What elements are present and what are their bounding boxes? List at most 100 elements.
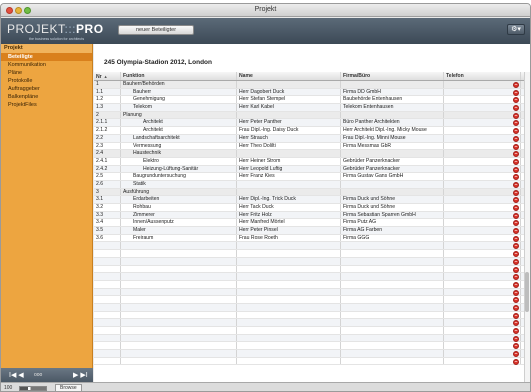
table-row[interactable]: – [94,242,530,251]
cell-funktion[interactable] [121,303,237,311]
table-row[interactable]: – [94,303,530,312]
cell-firma[interactable] [341,242,444,250]
cell-firma[interactable]: Gebrüder Panzerknacker [341,165,444,173]
cell-nr[interactable] [94,296,121,303]
cell-firma[interactable]: Telekom Entenhausen [341,104,444,111]
cell-funktion[interactable] [121,342,237,350]
cell-funktion[interactable]: Ausführung [121,188,237,196]
cell-funktion[interactable]: Vermessung [121,142,237,150]
cell-funktion[interactable]: Architekt [121,127,237,134]
table-row[interactable]: 1.3 Telekom Herr Karl Kabel Telekom Entenha… [94,104,530,112]
cell-nr[interactable]: 3.6 [94,234,121,242]
cell-name[interactable]: Herr Peter Panther [237,119,341,127]
cell-telefon[interactable] [444,173,521,180]
cell-nr[interactable] [94,327,121,334]
cell-telefon[interactable] [444,142,521,150]
cell-funktion[interactable]: Telekom [121,104,237,111]
cell-telefon[interactable] [444,273,521,280]
cell-telefon[interactable] [444,157,521,165]
table-row[interactable]: 1 Bauherr/Behörden – [94,81,530,89]
delete-row-icon[interactable]: – [513,89,519,96]
cell-nr[interactable] [94,334,121,342]
cell-telefon[interactable] [444,204,521,211]
table-row[interactable]: 2.3 Vermessung Herr Theo Dolilti Firma Mess… [94,142,530,151]
delete-row-icon[interactable]: – [513,189,519,196]
cell-name[interactable] [237,334,341,342]
cell-telefon[interactable] [444,288,521,296]
cell-nr[interactable]: 2.4 [94,150,121,157]
table-row[interactable]: 3 Ausführung – [94,188,530,197]
cell-firma[interactable]: Firma AG Farben [341,227,444,234]
cell-nr[interactable]: 1.1 [94,88,121,96]
nav-first-button[interactable]: I◀ ◀ [9,371,24,379]
zoom-level[interactable]: 100 [4,385,12,391]
delete-row-icon[interactable]: – [513,304,519,311]
cell-firma[interactable] [341,188,444,196]
cell-name[interactable] [237,188,341,196]
cell-firma[interactable] [341,150,444,157]
cell-telefon[interactable] [444,88,521,96]
cell-name[interactable] [237,180,341,188]
column-header-name[interactable]: Name [237,72,341,80]
cell-name[interactable] [237,357,341,365]
cell-firma[interactable]: Firma Duck und Söhne [341,204,444,211]
cell-nr[interactable]: 2.3 [94,142,121,150]
cell-nr[interactable]: 2.1.1 [94,119,121,127]
cell-name[interactable] [237,319,341,326]
cell-name[interactable]: Herr Karl Kabel [237,104,341,111]
cell-telefon[interactable] [444,111,521,119]
cell-nr[interactable] [94,350,121,357]
gear-menu-button[interactable]: ⚙▾ [507,24,525,35]
cell-name[interactable] [237,311,341,319]
cell-name[interactable] [237,296,341,303]
table-row[interactable]: – [94,357,530,366]
delete-row-icon[interactable]: – [513,135,519,142]
table-row[interactable]: – [94,334,530,343]
table-row[interactable]: – [94,319,530,327]
title-bar[interactable]: Projekt [1,4,530,17]
table-row[interactable]: 2.4.1 Elektro Herr Heiner Strom Gebrüder Pa… [94,157,530,166]
cell-firma[interactable]: Frau Dipl.-Ing. Minni Mouse [341,134,444,142]
table-row[interactable]: – [94,280,530,289]
cell-name[interactable]: Frau Rose Roeth [237,234,341,242]
table-row[interactable]: 3.5 Maler Herr Peter Pinsel Firma AG Farben… [94,227,530,235]
cell-funktion[interactable]: Landschaftsarchitekt [121,134,237,142]
cell-nr[interactable] [94,250,121,257]
cell-name[interactable]: Herr Leopold Luftig [237,165,341,173]
cell-name[interactable] [237,280,341,288]
cell-funktion[interactable] [121,250,237,257]
scrollbar-thumb[interactable] [525,272,529,312]
cell-telefon[interactable] [444,327,521,334]
cell-telefon[interactable] [444,303,521,311]
delete-row-icon[interactable]: – [513,82,519,88]
delete-row-icon[interactable]: – [513,143,519,150]
cell-name[interactable] [237,265,341,273]
cell-funktion[interactable]: Bauherr/Behörden [121,81,237,88]
cell-nr[interactable] [94,311,121,319]
cell-nr[interactable] [94,303,121,311]
cell-name[interactable] [237,250,341,257]
cell-firma[interactable] [341,280,444,288]
cell-telefon[interactable] [444,96,521,104]
cell-telefon[interactable] [444,334,521,342]
cell-funktion[interactable]: Innen/Aussenputz [121,219,237,227]
cell-funktion[interactable]: Heizung-Lüftung-Sanitär [121,165,237,173]
cell-firma[interactable]: Firma Duck und Söhne [341,196,444,203]
cell-nr[interactable]: 1 [94,81,121,88]
table-row[interactable]: 3.2 Rohbau Herr Tack Duck Firma Duck und Sö… [94,204,530,212]
table-row[interactable]: 2.5 Baugrunduntersuchung Herr Franz Kies Fi… [94,173,530,181]
cell-funktion[interactable] [121,311,237,319]
cell-firma[interactable] [341,180,444,188]
cell-telefon[interactable] [444,150,521,157]
cell-telefon[interactable] [444,250,521,257]
cell-telefon[interactable] [444,234,521,242]
column-header-nr[interactable]: Nr ▲ [94,72,121,80]
cell-funktion[interactable] [121,242,237,250]
cell-name[interactable] [237,342,341,350]
cell-name[interactable]: Frau Dipl.-Ing. Daisy Duck [237,127,341,134]
cell-nr[interactable]: 2.5 [94,173,121,180]
table-row[interactable]: – [94,327,530,335]
sidebar-item-projektfiles[interactable]: ProjektFiles [1,101,92,109]
table-row[interactable]: 2 Planung – [94,111,530,120]
cell-telefon[interactable] [444,357,521,365]
